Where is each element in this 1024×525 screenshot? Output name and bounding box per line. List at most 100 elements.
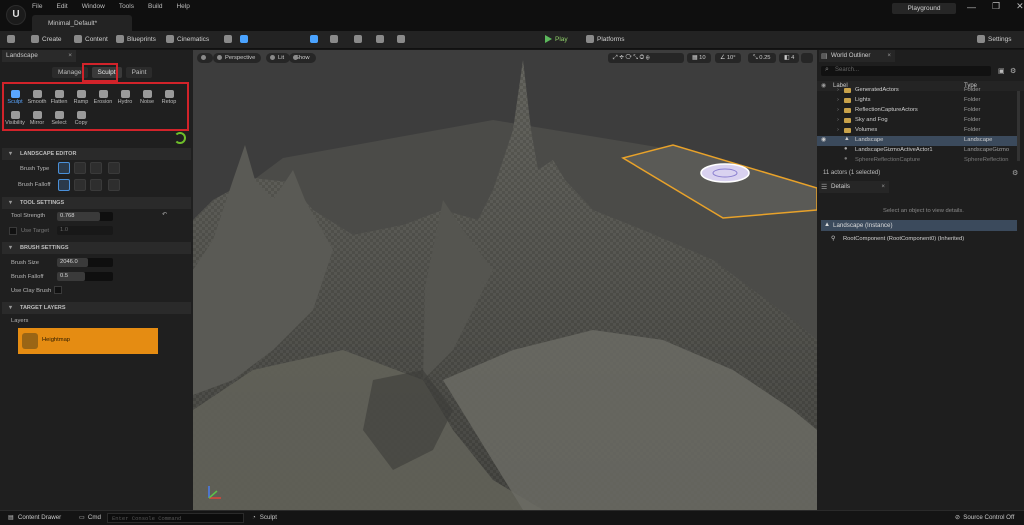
content-drawer-button[interactable]: ▤ Content Drawer: [8, 514, 61, 521]
foliage-button[interactable]: [330, 35, 338, 43]
outliner-row[interactable]: › Lights Folder: [817, 96, 1017, 106]
project-tab[interactable]: Minimal_Default*: [32, 15, 132, 31]
falloff-tip-icon[interactable]: [108, 179, 120, 191]
brush-type-component-icon[interactable]: [108, 162, 120, 174]
tool-select[interactable]: Select: [48, 111, 70, 126]
menu-file[interactable]: File: [32, 3, 42, 10]
rotation-snap[interactable]: ∠ 10°: [715, 53, 741, 63]
brush-type-circle-icon[interactable]: [58, 162, 70, 174]
outliner-row[interactable]: › GeneratedActors Folder: [817, 86, 1017, 96]
reset-icon[interactable]: ↶: [162, 212, 167, 218]
outliner-row-landscape[interactable]: ◉ ▲ Landscape Landscape: [817, 136, 1017, 146]
tool-mirror[interactable]: Mirror: [26, 111, 48, 126]
tool-visibility[interactable]: Visibility: [4, 111, 26, 126]
tool-smooth[interactable]: Smooth: [26, 90, 48, 105]
landscape-mode-button[interactable]: [240, 35, 248, 43]
tool-retop[interactable]: Retop: [158, 90, 180, 105]
platforms-button[interactable]: Platforms: [586, 35, 624, 43]
play-button[interactable]: Play: [545, 35, 568, 43]
content-button[interactable]: Content: [74, 35, 108, 43]
blueprints-button[interactable]: Blueprints: [116, 35, 156, 43]
select-mode-button[interactable]: [224, 35, 232, 43]
tool-settings-header[interactable]: TOOL SETTINGS: [2, 197, 191, 209]
close-outliner-icon[interactable]: ×: [887, 52, 891, 59]
outliner-row[interactable]: › Sky and Fog Folder: [817, 116, 1017, 126]
cinematics-button[interactable]: Cinematics: [166, 35, 209, 43]
fracture-button[interactable]: [376, 35, 384, 43]
expand-icon[interactable]: ›: [837, 127, 839, 133]
outliner-row[interactable]: › ReflectionCaptureActors Folder: [817, 106, 1017, 116]
expand-icon[interactable]: ›: [837, 117, 839, 123]
maximize-viewport-icon[interactable]: [801, 53, 813, 63]
add-folder-icon[interactable]: ▣: [998, 67, 1005, 75]
tool-ramp[interactable]: Ramp: [70, 90, 92, 105]
maximize-icon[interactable]: ❐: [992, 1, 1000, 12]
eye-icon[interactable]: ◉: [821, 137, 826, 143]
use-target-checkbox[interactable]: [9, 227, 17, 235]
lit-button[interactable]: Lit: [266, 53, 291, 63]
target-layers-header[interactable]: TARGET LAYERS: [2, 302, 191, 314]
mesh-paint-button[interactable]: [354, 35, 362, 43]
outliner-row[interactable]: ● SphereReflectionCapture SphereReflection: [817, 156, 1017, 166]
show-button[interactable]: Show: [289, 53, 316, 63]
use-clay-checkbox[interactable]: [54, 286, 62, 294]
heightmap-layer-row[interactable]: Heightmap: [18, 328, 158, 354]
menu-window[interactable]: Window: [82, 3, 105, 10]
view-options-icon[interactable]: ⚙: [1012, 169, 1018, 177]
editor-mode-indicator[interactable]: ◔ Sculpt: [252, 514, 277, 521]
landscape-instance-row[interactable]: ▲ Landscape (Instance): [821, 220, 1017, 231]
settings-button[interactable]: Settings: [977, 35, 1012, 43]
scale-snap[interactable]: ⤡ 0.25: [748, 53, 776, 63]
landscape-editor-header[interactable]: LANDSCAPE EDITOR: [2, 148, 191, 160]
source-control-button[interactable]: ⊘ Source Control Off: [955, 514, 1014, 521]
world-outliner-tab[interactable]: World Outliner ×: [819, 50, 895, 62]
tab-paint[interactable]: Paint: [125, 67, 153, 78]
outliner-scrollbar[interactable]: [1017, 91, 1020, 161]
expand-icon[interactable]: ›: [837, 107, 839, 113]
perspective-button[interactable]: Perspective: [213, 53, 262, 63]
falloff-spherical-icon[interactable]: [90, 179, 102, 191]
menu-edit[interactable]: Edit: [56, 3, 67, 10]
brush-falloff-input[interactable]: 0.5: [57, 272, 113, 281]
tool-noise[interactable]: Noise: [136, 90, 158, 105]
save-button[interactable]: [7, 35, 15, 43]
level-button[interactable]: Playground: [892, 3, 956, 14]
brush-settings-header[interactable]: BRUSH SETTINGS: [2, 242, 191, 254]
brush-type-alpha-icon[interactable]: [74, 162, 86, 174]
root-component-row[interactable]: ⚲ RootComponent (RootComponent0) (Inherit…: [831, 236, 964, 242]
landscape-button[interactable]: [310, 35, 318, 43]
close-tab-icon[interactable]: ×: [68, 52, 72, 59]
outliner-row[interactable]: › Volumes Folder: [817, 126, 1017, 136]
tool-erosion[interactable]: Erosion: [92, 90, 114, 105]
details-tab[interactable]: Details ×: [819, 181, 889, 193]
console-input[interactable]: Enter Console Command: [107, 513, 244, 523]
cmd-button[interactable]: ▭ Cmd: [79, 514, 101, 521]
falloff-linear-icon[interactable]: [74, 179, 86, 191]
outliner-settings-icon[interactable]: ⚙: [1010, 67, 1016, 75]
transform-tools[interactable]: ⤢ ✥ ⟳ ⤡ ◎ ⊕: [608, 53, 684, 63]
landscape-tab[interactable]: Landscape ×: [2, 50, 76, 62]
tool-strength-input[interactable]: 0.768: [57, 212, 113, 221]
camera-speed[interactable]: ◧ 4: [779, 53, 800, 63]
viewport-menu-button[interactable]: [197, 53, 213, 63]
close-details-icon[interactable]: ×: [881, 183, 885, 190]
brush-size-input[interactable]: 2046.0: [57, 258, 113, 267]
close-icon[interactable]: ✕: [1016, 1, 1024, 12]
geometry-button[interactable]: [397, 35, 405, 43]
brush-type-pattern-icon[interactable]: [90, 162, 102, 174]
menu-tools[interactable]: Tools: [119, 3, 134, 10]
unreal-logo-icon[interactable]: U: [6, 5, 26, 25]
falloff-smooth-icon[interactable]: [58, 179, 70, 191]
tool-flatten[interactable]: Flatten: [48, 90, 70, 105]
tool-sculpt[interactable]: Sculpt: [4, 90, 26, 105]
menu-build[interactable]: Build: [148, 3, 162, 10]
outliner-row[interactable]: ● LandscapeGizmoActiveActor1 LandscapeGizm…: [817, 146, 1017, 156]
tool-copy[interactable]: Copy: [70, 111, 92, 126]
level-viewport[interactable]: Perspective Lit Show ⤢ ✥ ⟳ ⤡ ◎ ⊕ ▦ 10 ∠ …: [193, 50, 817, 510]
create-button[interactable]: Create: [31, 35, 62, 43]
grid-snap[interactable]: ▦ 10: [687, 53, 711, 63]
tool-hydro[interactable]: Hydro: [114, 90, 136, 105]
menu-help[interactable]: Help: [176, 3, 189, 10]
minimize-icon[interactable]: —: [967, 2, 976, 12]
expand-icon[interactable]: ›: [837, 97, 839, 103]
